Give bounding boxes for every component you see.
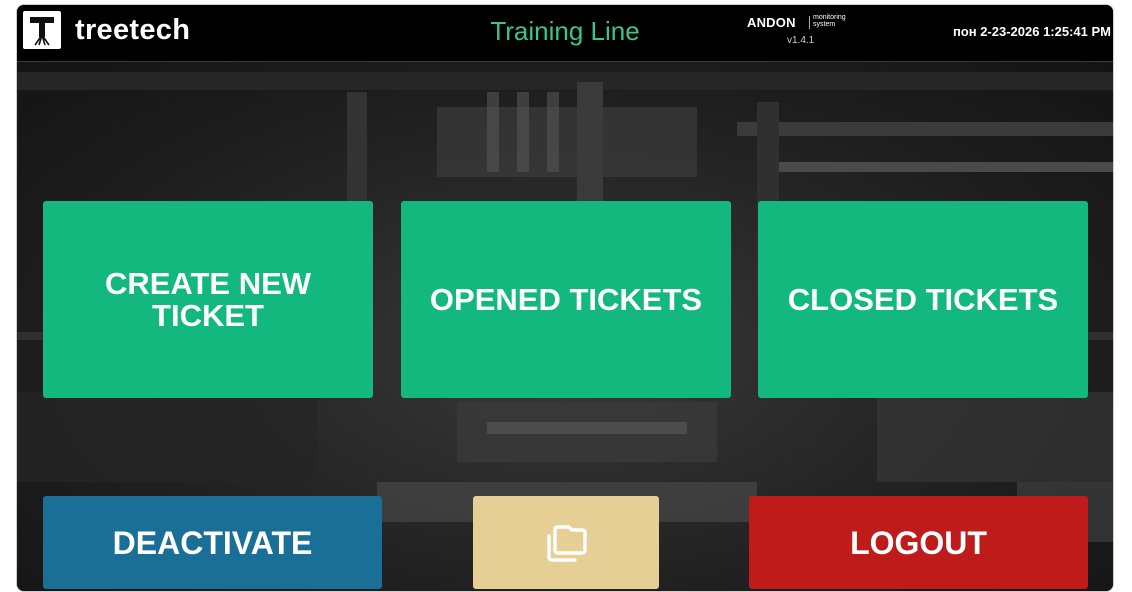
andon-subtitle: monitoring system <box>813 14 863 28</box>
create-ticket-button[interactable]: CREATE NEW TICKET <box>43 201 373 398</box>
closed-tickets-label: CLOSED TICKETS <box>787 281 1059 317</box>
opened-tickets-button[interactable]: OPENED TICKETS <box>401 201 731 398</box>
app-window: treetech Training Line ANDON monitoring … <box>16 4 1114 592</box>
andon-separator <box>809 16 810 29</box>
treetech-logo-icon <box>23 11 61 49</box>
copy-button[interactable] <box>473 496 659 589</box>
deactivate-label: DEACTIVATE <box>112 524 313 561</box>
deactivate-button[interactable]: DEACTIVATE <box>43 496 382 589</box>
header-bar: treetech Training Line ANDON monitoring … <box>17 5 1113 62</box>
andon-logo: ANDON monitoring system v1.4.1 <box>745 13 865 53</box>
andon-word: ANDON <box>747 15 796 30</box>
create-ticket-label: CREATE NEW TICKET <box>104 265 312 333</box>
line-title: Training Line <box>490 16 640 46</box>
andon-subtitle-line2: system <box>813 21 836 28</box>
main-panel: CREATE NEW TICKET OPENED TICKETS CLOSED … <box>17 62 1113 591</box>
copy-icon <box>547 524 587 562</box>
closed-tickets-button[interactable]: CLOSED TICKETS <box>758 201 1088 398</box>
brand-name: treetech <box>75 14 191 46</box>
logout-label: LOGOUT <box>850 524 987 561</box>
datetime-display: пон 2-23-2026 1:25:41 PM <box>952 24 1111 39</box>
andon-subtitle-line1: monitoring <box>813 14 846 21</box>
logout-button[interactable]: LOGOUT <box>749 496 1088 589</box>
app-version: v1.4.1 <box>787 35 815 46</box>
opened-tickets-label: OPENED TICKETS <box>429 281 703 317</box>
